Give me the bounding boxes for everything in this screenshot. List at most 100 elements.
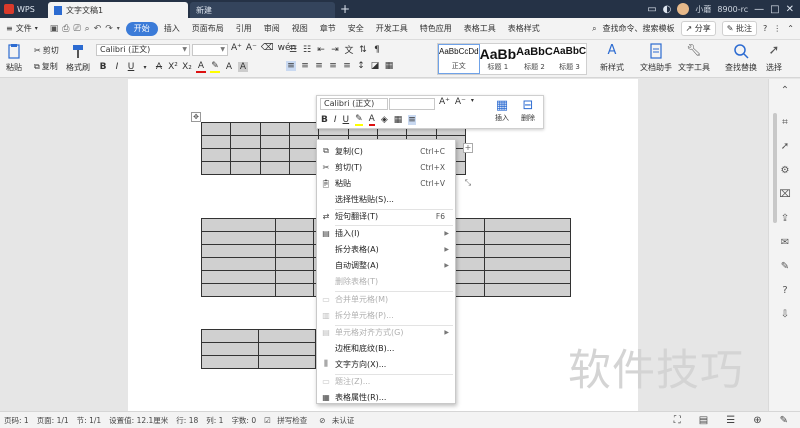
mini-insert-button[interactable]: ▦ 插入 <box>495 98 509 123</box>
text-tools-button[interactable]: 🔧︎ 文字工具 <box>678 43 710 73</box>
web-view-icon[interactable]: ⊕ <box>749 415 765 426</box>
add-tab-button[interactable]: + <box>335 2 355 16</box>
select-button[interactable]: ➚ 选择 <box>766 43 782 73</box>
menu-item-translate[interactable]: ⇄ 短句翻译(T) F6 <box>317 208 455 224</box>
select-pane-icon[interactable]: ➚ <box>779 141 791 153</box>
menu-item-insert[interactable]: ▤ 插入(I) ▶ <box>317 225 455 241</box>
table-3[interactable] <box>201 329 316 369</box>
align-center-icon[interactable]: ≡ <box>300 61 310 71</box>
minimize-icon[interactable]: — <box>754 4 764 15</box>
menu-item-paste-special[interactable]: 选择性粘贴(S)... <box>317 191 455 207</box>
mini-font-size-select[interactable] <box>389 98 435 110</box>
write-mode-icon[interactable]: ✎ <box>776 415 792 426</box>
tab-special[interactable]: 特色应用 <box>414 18 458 40</box>
more-options-icon[interactable]: ⋮ <box>773 24 781 33</box>
align-right-icon[interactable]: ≡ <box>314 61 324 71</box>
avatar[interactable] <box>677 3 690 15</box>
status-word-count[interactable]: 字数: 0 <box>227 415 260 426</box>
italic-icon[interactable]: I <box>334 115 337 125</box>
menu-item-merge-cells[interactable]: ▭ 合并单元格(M) <box>317 291 455 307</box>
mini-font-name-select[interactable]: Calibri (正文) <box>320 98 388 110</box>
backup-icon[interactable]: ⇪ <box>779 213 791 225</box>
menu-item-copy[interactable]: ⧉ 复制(C) Ctrl+C <box>317 143 455 159</box>
collapse-icon[interactable]: ⌃ <box>779 85 791 97</box>
font-color-icon[interactable]: A <box>196 61 206 73</box>
auth-status[interactable]: ⊘ 未认证 <box>315 415 362 426</box>
bullet-list-icon[interactable]: ☰ <box>288 45 298 55</box>
menu-item-delete-table[interactable]: 删除表格(T) <box>317 273 455 289</box>
shrink-font-icon[interactable]: A⁻ <box>455 97 466 107</box>
menu-item-cell-align[interactable]: ▤ 单元格对齐方式(G) ▶ <box>317 324 455 340</box>
table-move-handle[interactable]: ✥ <box>191 112 201 122</box>
menu-item-table-properties[interactable]: ▦ 表格属性(R)... <box>317 389 455 405</box>
help-icon[interactable]: ? <box>763 24 767 33</box>
new-style-button[interactable]: A 新样式 <box>600 43 624 73</box>
export-pdf-icon[interactable]: ⎙ <box>62 24 69 34</box>
show-marks-icon[interactable]: ¶ <box>372 45 382 55</box>
status-page-number[interactable]: 页码: 1 <box>0 415 33 426</box>
borders-icon[interactable]: ▦ <box>384 61 394 71</box>
tab-chapter[interactable]: 章节 <box>314 18 342 40</box>
strikethrough-icon[interactable]: A <box>154 62 164 72</box>
style-heading-2[interactable]: AaBbC 标题 2 <box>516 44 553 74</box>
display-icon[interactable]: ▭ <box>647 4 656 15</box>
tab-insert[interactable]: 插入 <box>158 18 186 40</box>
align-left-icon[interactable]: ≡ <box>286 61 296 71</box>
download-icon[interactable]: ⇩ <box>779 309 791 321</box>
tab-developer[interactable]: 开发工具 <box>370 18 414 40</box>
help-pane-icon[interactable]: ? <box>779 285 791 297</box>
scrollbar-thumb[interactable] <box>773 113 777 223</box>
find-replace-button[interactable]: 查找替换 <box>725 43 757 73</box>
resize-table-icon[interactable]: ⤡ <box>463 178 473 188</box>
tab-home[interactable]: 开始 <box>125 21 158 36</box>
close-icon[interactable]: ✕ <box>786 4 794 15</box>
menu-item-borders-shading[interactable]: 边框和底纹(B)... <box>317 340 455 356</box>
mini-delete-button[interactable]: ⊟ 删除 <box>521 98 535 123</box>
chevron-down-icon[interactable]: ▾ <box>140 64 150 71</box>
maximize-icon[interactable]: □ <box>770 4 779 15</box>
highlight-icon[interactable]: ✎ <box>210 61 220 73</box>
justify-icon[interactable]: ≡ <box>328 61 338 71</box>
menu-item-auto-fit[interactable]: 自动调整(A) ▶ <box>317 257 455 273</box>
bold-icon[interactable]: B <box>98 62 108 72</box>
print-preview-icon[interactable]: ⌕ <box>85 24 90 34</box>
share-pane-icon[interactable]: ✉ <box>779 237 791 249</box>
format-painter-button[interactable]: 格式刷 <box>66 43 90 73</box>
file-menu[interactable]: ≡ 文件 ▾ <box>0 23 44 34</box>
underline-icon[interactable]: U <box>126 62 136 72</box>
bold-icon[interactable]: B <box>321 115 328 125</box>
menu-item-text-direction[interactable]: ⫼ 文字方向(X)... <box>317 356 455 372</box>
menu-item-split-cells[interactable]: ▥ 拆分单元格(P)... <box>317 307 455 323</box>
menu-item-cut[interactable]: ✂ 剪切(T) Ctrl+X <box>317 159 455 175</box>
fullscreen-icon[interactable]: ⛶ <box>670 415 685 426</box>
wps-logo[interactable]: WPS <box>0 0 48 18</box>
search-command[interactable]: 查找命令、搜索模板 <box>603 23 675 34</box>
style-normal[interactable]: AaBbCcDd 正文 <box>438 44 480 74</box>
style-heading-3[interactable]: AaBbC 标题 3 <box>553 44 586 74</box>
skin-icon[interactable]: ◐ <box>663 4 672 15</box>
print-icon[interactable]: ⎚ <box>73 24 80 34</box>
tab-document[interactable]: 文字文稿1 <box>48 2 188 18</box>
font-size-select[interactable]: ▼ <box>192 44 228 56</box>
undo-icon[interactable]: ↶ <box>94 24 102 34</box>
italic-icon[interactable]: I <box>112 62 122 72</box>
number-list-icon[interactable]: ☷ <box>302 45 312 55</box>
page-view-icon[interactable]: ▤ <box>695 415 712 426</box>
align-icon[interactable]: ≡ <box>408 115 416 125</box>
save-icon[interactable]: ▣ <box>50 24 59 34</box>
more-icon[interactable]: ▾ <box>471 97 474 107</box>
clear-format-icon[interactable]: ⌫ <box>261 43 274 53</box>
style-heading-1[interactable]: AaBb 标题 1 <box>480 44 517 74</box>
font-color-icon[interactable]: A <box>368 114 375 126</box>
chinese-layout-icon[interactable]: 文 <box>344 43 354 56</box>
font-name-select[interactable]: Calibri (正文) ▼ <box>96 44 190 56</box>
highlight-icon[interactable]: ✎ <box>355 114 363 126</box>
tab-security[interactable]: 安全 <box>342 18 370 40</box>
property-icon[interactable]: ⚙ <box>779 165 791 177</box>
tab-page-layout[interactable]: 页面布局 <box>186 18 230 40</box>
grow-font-icon[interactable]: A⁺ <box>439 97 450 107</box>
decrease-indent-icon[interactable]: ⇤ <box>316 45 326 55</box>
underline-icon[interactable]: U <box>343 115 350 125</box>
collapse-ribbon-icon[interactable]: ⌃ <box>787 24 794 33</box>
copy-button[interactable]: ⧉ 复制 <box>34 61 58 72</box>
